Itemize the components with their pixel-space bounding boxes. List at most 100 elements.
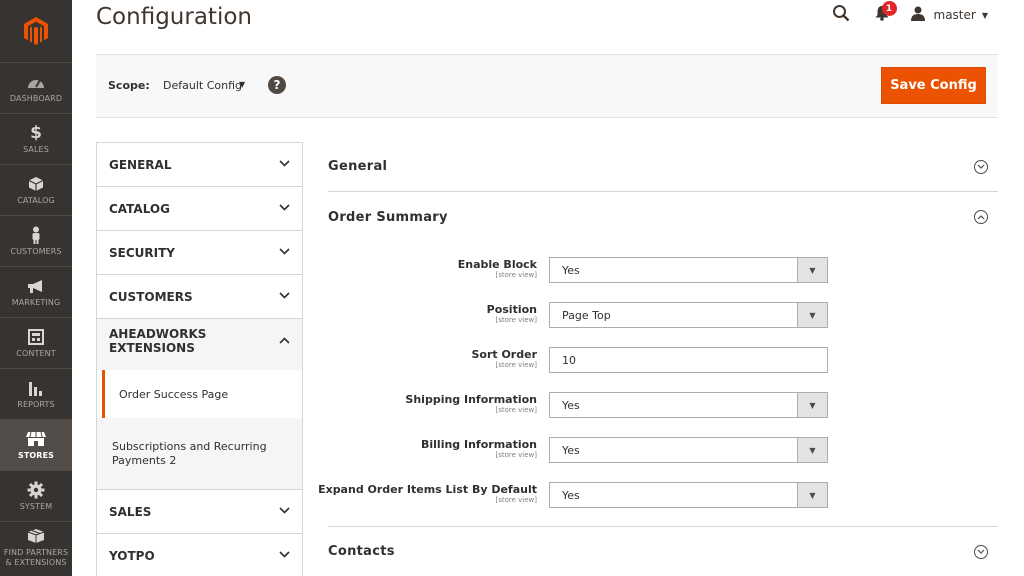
section-general[interactable]: General: [328, 142, 998, 192]
scope-switcher[interactable]: Default Config: [163, 79, 242, 92]
nav-reports[interactable]: REPORTS: [0, 368, 72, 419]
field-label: Expand Order Items List By Default [stor…: [318, 483, 537, 504]
notifications-button[interactable]: 1: [874, 1, 897, 25]
tab-security[interactable]: SECURITY: [97, 231, 302, 275]
nav-label: CUSTOMERS: [10, 246, 62, 256]
tab-label: CATALOG: [109, 201, 170, 216]
expand-order-items-select[interactable]: Yes ▼: [549, 482, 828, 508]
nav-system[interactable]: SYSTEM: [0, 470, 72, 521]
sort-order-input[interactable]: 10: [549, 347, 828, 373]
megaphone-icon: [27, 277, 45, 295]
tab-label: YOTPO: [109, 548, 155, 563]
subtab-order-success-page[interactable]: Order Success Page: [102, 370, 302, 418]
tab-sales[interactable]: SALES: [97, 490, 302, 534]
user-name: master: [933, 8, 976, 22]
tab-customers[interactable]: CUSTOMERS: [97, 275, 302, 319]
nav-label: SYSTEM: [19, 501, 53, 511]
config-tabs: GENERAL CATALOG SECURITY CUSTOMERS AHEAD…: [96, 142, 303, 576]
shipping-information-select[interactable]: Yes ▼: [549, 392, 828, 418]
store-icon: [26, 430, 46, 448]
nav-label: SALES: [23, 144, 49, 154]
config-main: General Order Summary Enable Block [stor…: [318, 142, 998, 576]
field-row-billing-information: Billing Information [store view] Yes ▼: [328, 432, 998, 477]
field-row-enable-block: Enable Block [store view] Yes ▼: [328, 252, 998, 297]
nav-catalog[interactable]: CATALOG: [0, 164, 72, 215]
magento-logo[interactable]: [0, 0, 72, 62]
nav-label: DASHBOARD: [9, 93, 63, 103]
scope-bar: Scope: Default Config ▼ ? Save Config: [96, 54, 998, 118]
user-menu[interactable]: master ▼: [910, 6, 988, 24]
chevron-down-icon[interactable]: ▼: [239, 80, 245, 89]
nav-find-partners[interactable]: FIND PARTNERS & EXTENSIONS: [0, 521, 72, 572]
field-row-position: Position [store view] Page Top ▼: [328, 297, 998, 342]
help-icon[interactable]: ?: [268, 76, 286, 94]
admin-sidebar: DASHBOARD $ SALES CATALOG CUSTOMERS MARK…: [0, 0, 72, 576]
person-icon: [30, 226, 42, 244]
billing-information-select[interactable]: Yes ▼: [549, 437, 828, 463]
section-title: Order Summary: [328, 209, 448, 225]
chevron-down-icon: [279, 247, 290, 258]
nav-label: FIND PARTNERS & EXTENSIONS: [3, 547, 69, 567]
tab-label: AHEADWORKS EXTENSIONS: [109, 327, 207, 355]
chevron-down-icon: ▼: [797, 258, 827, 282]
field-row-shipping-information: Shipping Information [store view] Yes ▼: [328, 387, 998, 432]
order-summary-fields: Enable Block [store view] Yes ▼ Position…: [318, 242, 998, 526]
enable-block-select[interactable]: Yes ▼: [549, 257, 828, 283]
chevron-down-icon: ▼: [797, 438, 827, 462]
field-label: Position [store view]: [486, 303, 537, 324]
user-icon: [910, 6, 926, 24]
chevron-down-icon: ▼: [797, 393, 827, 417]
nav-dashboard[interactable]: DASHBOARD: [0, 62, 72, 113]
chevron-up-icon: [279, 336, 290, 347]
dashboard-icon: [27, 73, 45, 91]
tab-general[interactable]: GENERAL: [97, 143, 302, 187]
field-label: Billing Information [store view]: [421, 438, 537, 459]
position-select[interactable]: Page Top ▼: [549, 302, 828, 328]
chevron-down-icon: [974, 159, 988, 174]
nav-label: STORES: [17, 450, 54, 460]
nav-label: CATALOG: [17, 195, 55, 205]
chevron-down-icon: [279, 291, 290, 302]
subtab-subscriptions[interactable]: Subscriptions and Recurring Payments 2: [97, 418, 302, 490]
nav-label: REPORTS: [17, 399, 55, 409]
nav-label: MARKETING: [11, 297, 61, 307]
chevron-down-icon: [279, 159, 290, 170]
nav-content[interactable]: CONTENT: [0, 317, 72, 368]
save-config-button[interactable]: Save Config: [881, 67, 986, 104]
section-contacts[interactable]: Contacts: [328, 526, 998, 576]
nav-label: CONTENT: [16, 348, 56, 358]
field-label: Shipping Information [store view]: [405, 393, 537, 414]
chevron-down-icon: [974, 544, 988, 559]
chevron-down-icon: ▼: [797, 303, 827, 327]
tab-catalog[interactable]: CATALOG: [97, 187, 302, 231]
bar-chart-icon: [28, 379, 44, 397]
notification-badge: 1: [881, 1, 897, 16]
box-icon: [27, 527, 45, 545]
scope-label: Scope:: [108, 79, 150, 92]
nav-sales[interactable]: $ SALES: [0, 113, 72, 164]
tab-label: GENERAL: [109, 157, 172, 172]
page-title: Configuration: [96, 4, 252, 30]
nav-customers[interactable]: CUSTOMERS: [0, 215, 72, 266]
content-icon: [28, 328, 44, 346]
chevron-down-icon: [279, 506, 290, 517]
section-title: Contacts: [328, 544, 395, 559]
field-label: Sort Order [store view]: [471, 348, 537, 369]
chevron-down-icon: ▼: [797, 483, 827, 507]
section-title: General: [328, 159, 388, 174]
tab-label: SECURITY: [109, 245, 175, 260]
nav-stores[interactable]: STORES: [0, 419, 72, 470]
tab-yotpo[interactable]: YOTPO: [97, 534, 302, 576]
header-actions: 1 master ▼: [832, 1, 988, 26]
nav-marketing[interactable]: MARKETING: [0, 266, 72, 317]
search-icon[interactable]: [832, 4, 850, 26]
tab-spacer: [97, 363, 302, 370]
chevron-up-icon: [974, 210, 988, 224]
chevron-down-icon: [279, 203, 290, 214]
tab-aheadworks-extensions[interactable]: AHEADWORKS EXTENSIONS: [97, 319, 302, 363]
field-row-sort-order: Sort Order [store view] 10: [328, 342, 998, 387]
cube-icon: [28, 175, 44, 193]
tab-label: SALES: [109, 504, 152, 519]
field-label: Enable Block [store view]: [457, 258, 537, 279]
section-order-summary[interactable]: Order Summary: [328, 192, 998, 242]
